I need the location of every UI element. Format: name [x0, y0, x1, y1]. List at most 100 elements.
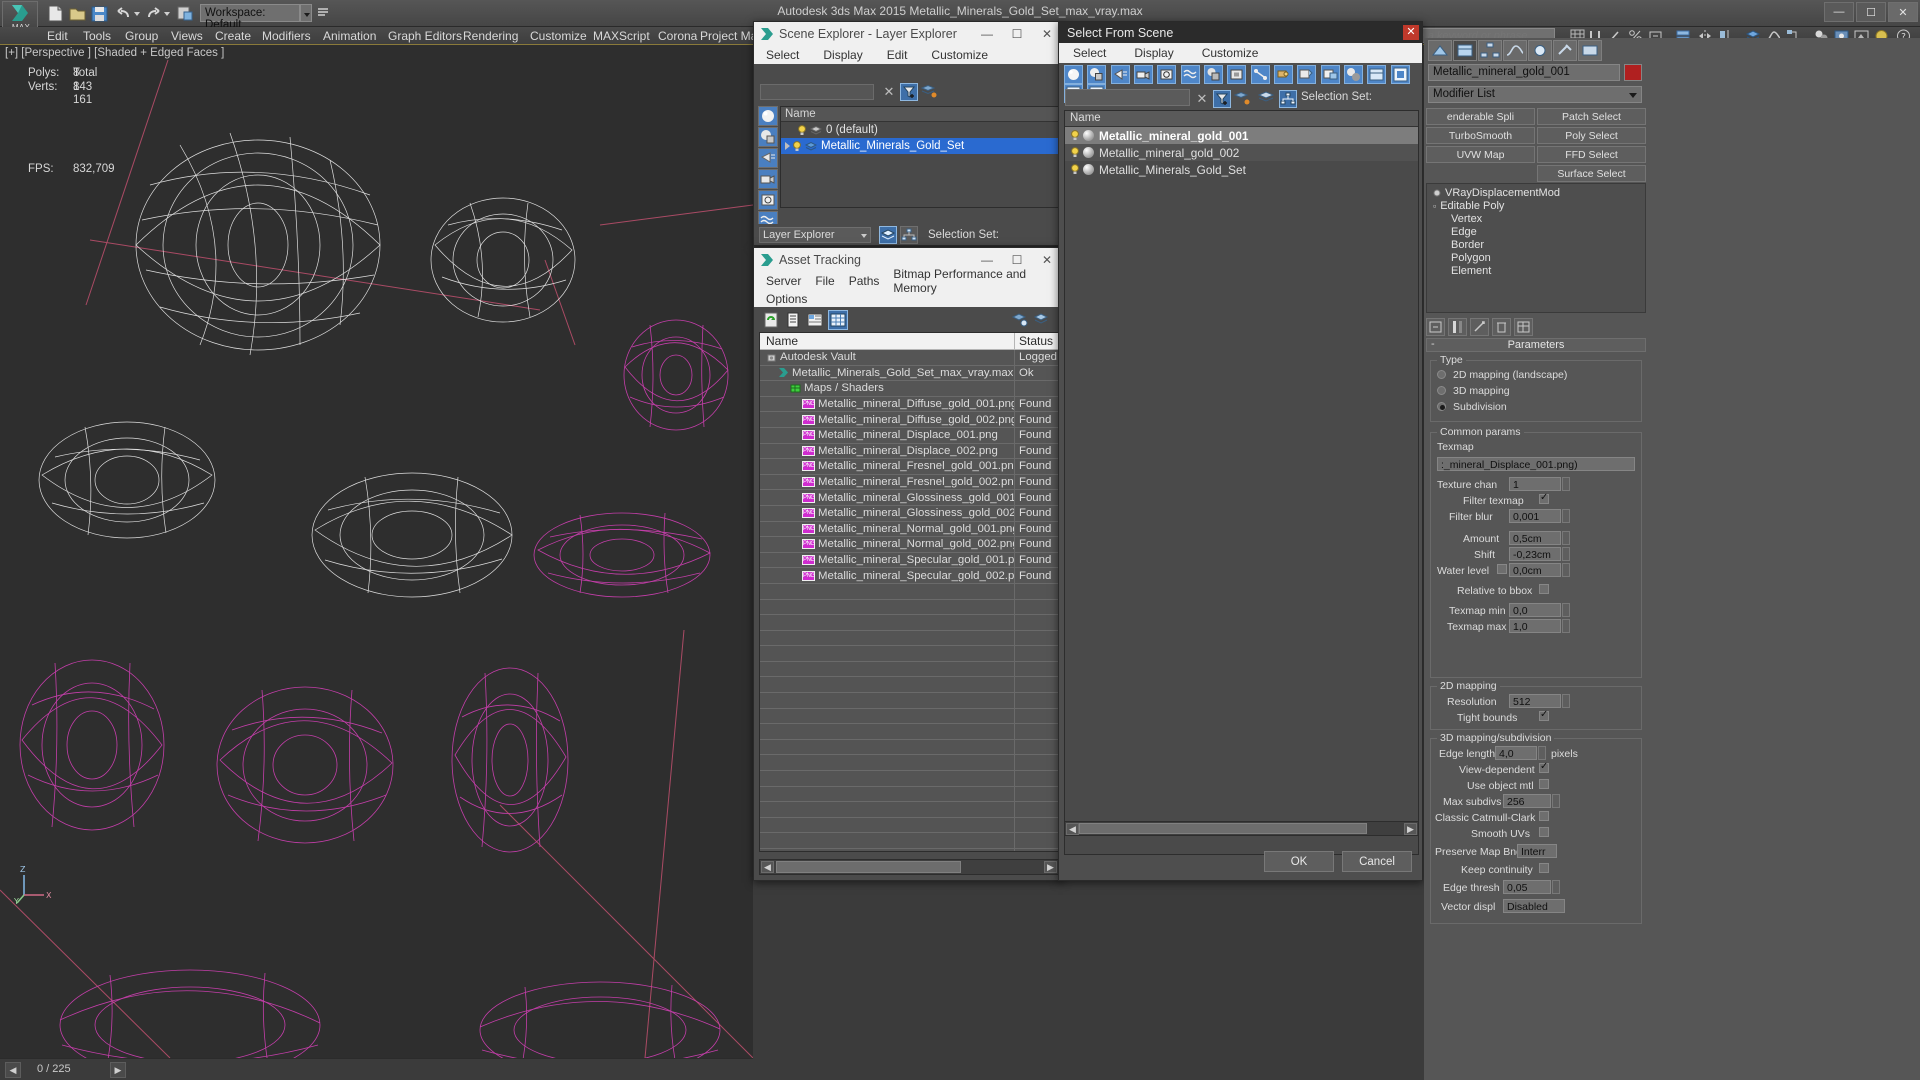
menu-item-edit[interactable]: Edit [44, 29, 71, 43]
setbtn-turbosmooth[interactable]: TurboSmooth [1426, 127, 1535, 144]
asset-row[interactable]: PNG Metallic_mineral_Fresnel_gold_002.png… [760, 474, 1058, 491]
ok-button[interactable]: OK [1264, 851, 1334, 872]
expand-triangle-icon[interactable] [785, 142, 790, 150]
use-object-mtl-checkbox[interactable] [1539, 779, 1549, 789]
asset-row[interactable]: PNGMetallic_mineral_Glossiness_gold_001.… [760, 490, 1058, 506]
scene-explorer-dialog[interactable]: Scene Explorer - Layer Explorer — ☐ ✕ Se… [753, 21, 1064, 246]
select-from-scene-list[interactable]: Name Metallic_mineral_gold_001 Metallic_… [1064, 110, 1419, 855]
filter-groups-icon[interactable] [1204, 65, 1224, 84]
filter-xrefs-icon[interactable] [1227, 65, 1247, 84]
asset-row[interactable]: PNG Metallic_mineral_Specular_gold_001.pn… [760, 552, 1058, 569]
texmap-min-spinner[interactable] [1562, 603, 1570, 617]
se-menu-edit[interactable]: Edit [887, 48, 908, 62]
show-end-result-icon[interactable] [1448, 318, 1467, 336]
filter-shapes-icon[interactable] [758, 127, 778, 147]
scroll-left-button[interactable]: ◀ [1066, 823, 1079, 835]
edge-thresh-spinner[interactable] [1552, 880, 1560, 894]
filter-bones-icon[interactable] [1250, 65, 1270, 84]
next-frame-button[interactable]: ▶ [110, 1062, 126, 1078]
setbtn-ffd-select[interactable]: FFD Select [1537, 146, 1646, 163]
water-level-checkbox[interactable] [1497, 564, 1507, 574]
clear-search-icon[interactable]: ✕ [1195, 91, 1209, 107]
shift-spinner[interactable] [1562, 547, 1570, 561]
filter-toggle-icon[interactable] [900, 83, 918, 101]
scene-explorer-maximize-button[interactable]: ☐ [1002, 23, 1032, 45]
close-button[interactable]: ✕ [1888, 2, 1918, 22]
at-menu-options[interactable]: Options [766, 292, 807, 306]
menu-item-group[interactable]: Group [122, 29, 161, 43]
texmap-max-field[interactable]: 1,0 [1509, 619, 1561, 633]
keep-continuity-checkbox[interactable] [1539, 863, 1549, 873]
clear-search-icon[interactable]: ✕ [882, 84, 896, 100]
relative-bbox-checkbox[interactable] [1539, 584, 1549, 594]
filter-blur-spinner[interactable] [1562, 509, 1570, 523]
filter-blur-field[interactable]: 0,001 [1509, 509, 1561, 523]
at-menu-file[interactable]: File [815, 274, 834, 288]
radio-subdivision[interactable] [1437, 402, 1446, 411]
texture-chan-field[interactable]: 1 [1509, 477, 1561, 491]
minimize-button[interactable]: — [1824, 2, 1854, 22]
object-color-swatch[interactable] [1624, 64, 1642, 81]
radio-3d-mapping[interactable] [1437, 386, 1446, 395]
asset-tracking-dialog[interactable]: Asset Tracking — ☐ ✕ Server File Paths B… [753, 247, 1063, 881]
amount-spinner[interactable] [1562, 531, 1570, 545]
object-name-field[interactable]: Metallic_mineral_gold_001 [1428, 64, 1620, 81]
menu-item-views[interactable]: Views [168, 29, 206, 43]
setbtn-uvw-map[interactable]: UVW Map [1426, 146, 1535, 163]
edge-length-spinner[interactable] [1538, 746, 1546, 760]
select-from-scene-dialog[interactable]: Select From Scene ✕ Select Display Custo… [1058, 21, 1423, 881]
filter-selected-icon[interactable] [1390, 65, 1410, 84]
layer-row-metallic-minerals[interactable]: Metallic_Minerals_Gold_Set [781, 138, 1059, 154]
asset-row[interactable]: PNG Metallic_mineral_Normal_gold_001.png F… [760, 521, 1058, 538]
se-menu-select[interactable]: Select [766, 48, 799, 62]
light-bulb-icon[interactable] [797, 124, 807, 136]
menu-item-corona[interactable]: Corona [655, 29, 700, 43]
texture-chan-spinner[interactable] [1562, 477, 1570, 491]
tight-bounds-checkbox[interactable] [1539, 709, 1549, 721]
at-menu-bitmap-performance[interactable]: Bitmap Performance and Memory [893, 267, 1062, 295]
refresh-icon[interactable] [762, 311, 780, 329]
asset-tracking-table[interactable]: Name Status Autodesk Vault Logged Metallic… [759, 332, 1059, 852]
help-asset-icon[interactable] [1010, 311, 1028, 329]
filter-frozen-icon[interactable] [1274, 65, 1294, 84]
filter-lights-icon[interactable] [1110, 65, 1130, 84]
cancel-button[interactable]: Cancel [1342, 851, 1412, 872]
max-subdivs-field[interactable]: 256 [1503, 794, 1551, 808]
texmap-field[interactable]: :_mineral_Displace_001.png) [1437, 457, 1635, 471]
menu-item-create[interactable]: Create [212, 29, 254, 43]
light-bulb-icon[interactable] [1070, 147, 1080, 158]
asset-row[interactable]: PNGMetallic_mineral_Glossiness_gold_002.… [760, 505, 1058, 522]
scene-explorer-minimize-button[interactable]: — [972, 23, 1002, 45]
filter-cameras-icon[interactable] [1134, 65, 1154, 84]
prev-frame-button[interactable]: ◀ [5, 1062, 21, 1078]
se-menu-customize[interactable]: Customize [931, 48, 988, 62]
detail-view-icon[interactable] [806, 311, 824, 329]
light-bulb-icon[interactable] [1070, 164, 1080, 175]
modifier-list-dropdown[interactable]: Modifier List [1428, 86, 1642, 103]
filter-texmap-checkbox[interactable] [1539, 492, 1549, 504]
modifier-stack[interactable]: VRayDisplacementMod ▫ Editable Poly Vert… [1426, 183, 1646, 313]
scroll-right-button[interactable]: ▶ [1044, 861, 1057, 873]
setbtn-renderable-spline[interactable]: enderable Spli [1426, 108, 1535, 125]
parameters-rollup-header[interactable]: Parameters [1426, 338, 1646, 352]
setbtn-poly-select[interactable]: Poly Select [1537, 127, 1646, 144]
sfs-menu-select[interactable]: Select [1073, 46, 1106, 60]
explorer-mode-combo[interactable]: Layer Explorer [759, 226, 871, 243]
menu-item-rendering[interactable]: Rendering [460, 29, 521, 43]
scroll-right-button[interactable]: ▶ [1404, 823, 1417, 835]
sfs-menu-display[interactable]: Display [1134, 46, 1173, 60]
menu-item-animation[interactable]: Animation [320, 29, 379, 43]
parameters-rollup[interactable]: Parameters [1426, 338, 1646, 352]
preserve-map-field[interactable]: Interr [1517, 844, 1557, 858]
resolution-spinner[interactable] [1562, 694, 1570, 708]
asset-row[interactable]: PNG Metallic_mineral_Displace_002.png Foun… [760, 443, 1058, 460]
sublevel-border[interactable]: Border [1427, 238, 1645, 251]
hierarchy-mode-icon[interactable] [900, 225, 918, 244]
sublevel-polygon[interactable]: Polygon [1427, 251, 1645, 264]
light-bulb-icon[interactable] [792, 140, 802, 152]
amount-field[interactable]: 0,5cm [1509, 531, 1561, 545]
filter-hidden-icon[interactable] [1297, 65, 1317, 84]
remove-modifier-icon[interactable] [1492, 318, 1511, 336]
shift-field[interactable]: -0,23cm [1509, 547, 1561, 561]
tab-hierarchy[interactable] [1478, 40, 1502, 61]
